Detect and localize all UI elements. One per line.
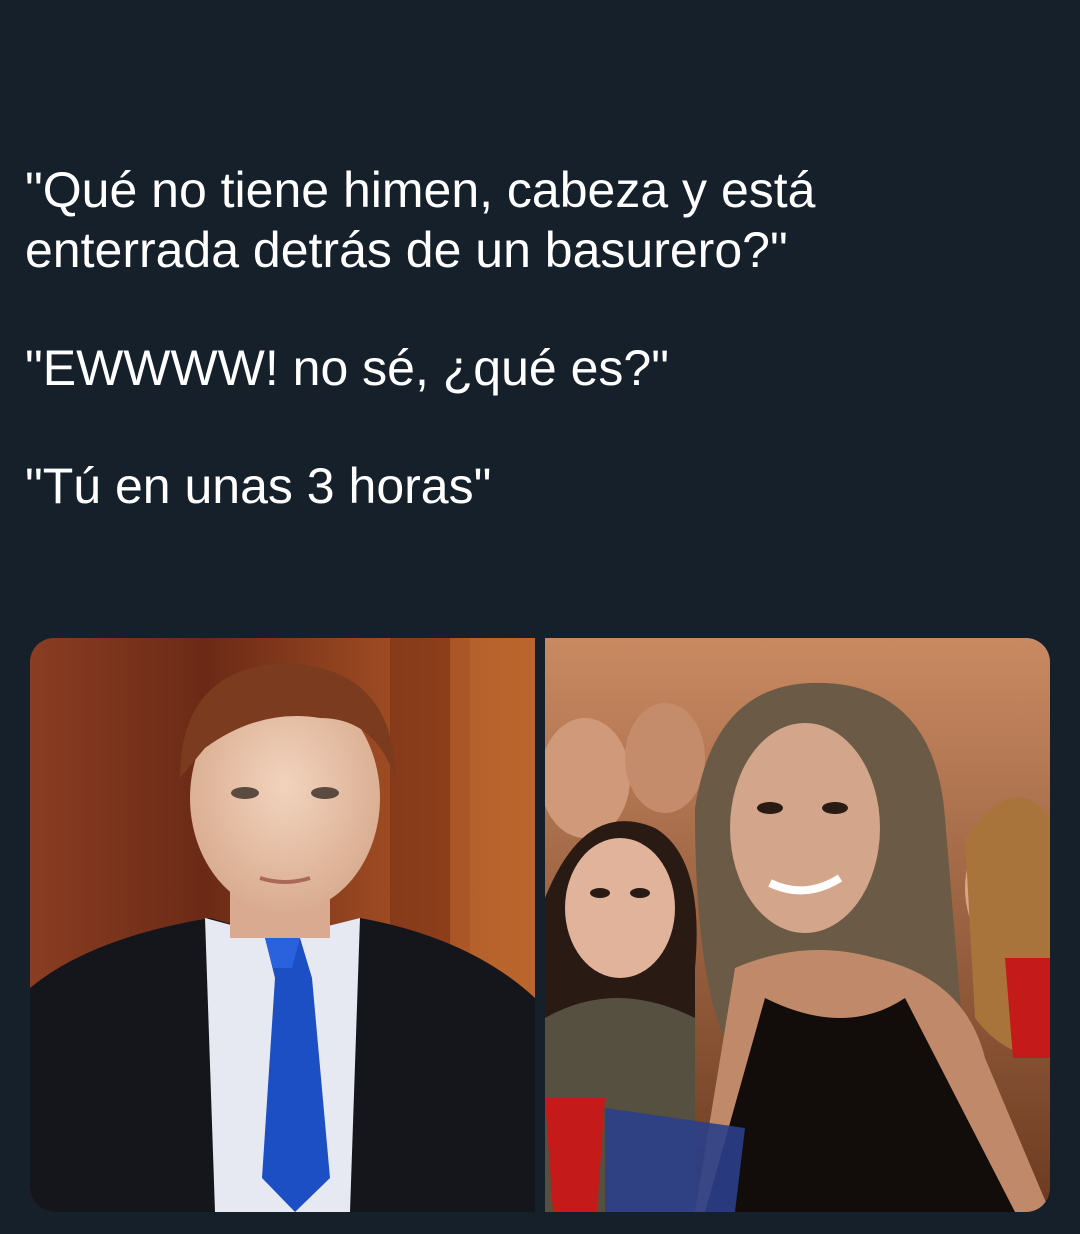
young-man-illustration: [30, 638, 535, 1212]
party-girls-looking-back-photo[interactable]: [545, 638, 1050, 1212]
tweet-screenshot: "Qué no tiene himen, cabeza y está enter…: [0, 0, 1080, 1234]
tweet-line-punchline: "Tú en unas 3 horas": [25, 458, 492, 514]
tweet-line-question: "Qué no tiene himen, cabeza y está enter…: [25, 162, 816, 278]
party-girls-illustration: [545, 638, 1050, 1212]
tweet-line-reply: "EWWWW! no sé, ¿qué es?": [25, 340, 669, 396]
tweet-text: "Qué no tiene himen, cabeza y está enter…: [25, 160, 1055, 574]
young-man-in-suit-photo[interactable]: [30, 638, 535, 1212]
tweet-media-grid[interactable]: [30, 638, 1050, 1212]
